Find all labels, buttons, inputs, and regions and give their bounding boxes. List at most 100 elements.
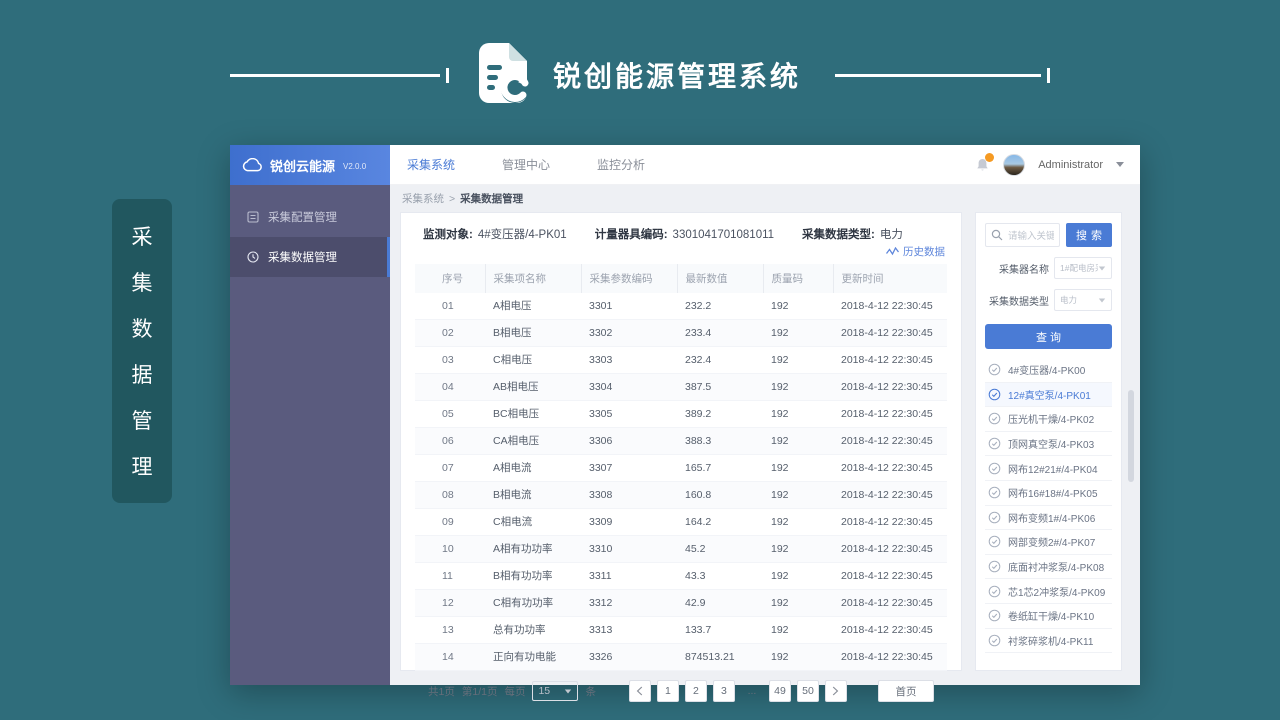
filter-select-value: 1#配电房采集器 [1060,262,1098,274]
table-cell: 2018-4-12 22:30:45 [833,293,947,320]
side-tag-char: 集 [132,267,153,297]
check-circle-icon [988,412,1001,425]
header-tick-right [1047,68,1050,83]
table-cell: 2018-4-12 22:30:45 [833,509,947,536]
table-cell: 192 [763,320,833,347]
sidebar-item-config[interactable]: 采集配置管理 [230,197,390,237]
table-cell: 2018-4-12 22:30:45 [833,563,947,590]
notification-bell-icon[interactable] [975,157,990,173]
table-header-row: 序号采集项名称采集参数编码最新数值质量码更新时间 [415,264,947,293]
device-name: 网布16#18#/4-PK05 [1008,485,1098,500]
clock-icon [247,251,259,263]
search-input[interactable]: 请输入关键字 [985,223,1060,247]
document-logo-icon [475,43,531,108]
app-logo: 锐创云能源 V2.0.0 [230,145,390,185]
table-cell: 3326 [581,644,677,671]
search-icon [991,229,1003,241]
page-button-50[interactable]: 50 [797,680,819,702]
info-label: 监测对象: [423,229,473,241]
table-column-header: 最新数值 [677,264,763,293]
next-page-button[interactable] [825,680,847,702]
device-name: 底面衬冲浆泵/4-PK08 [1008,559,1104,574]
check-circle-icon [988,585,1001,598]
device-item[interactable]: 12#真空泵/4-PK01 [985,383,1112,408]
per-page-select[interactable]: 15 [532,681,578,701]
app-sidebar: 锐创云能源 V2.0.0 采集配置管理采集数据管理 [230,145,390,685]
device-item[interactable]: 芯1芯2冲浆泵/4-PK09 [985,579,1112,604]
per-page-unit: 条 [585,684,596,699]
nav-item-2[interactable]: 监控分析 [597,156,645,173]
user-menu-chevron-down-icon[interactable] [1116,162,1124,167]
nav-item-1[interactable]: 管理中心 [502,156,550,173]
user-avatar[interactable] [1003,154,1025,176]
table-cell: 2018-4-12 22:30:45 [833,401,947,428]
filter-chevron-down-icon [1099,266,1105,270]
table-cell: 389.2 [677,401,763,428]
page-button-2[interactable]: 2 [685,680,707,702]
table-cell: AB相电压 [485,374,581,401]
table-cell: 43.3 [677,563,763,590]
device-item[interactable]: 底面衬冲浆泵/4-PK08 [985,555,1112,580]
per-page-label: 每页 [504,684,525,699]
filter-label: 采集数据类型 [985,293,1049,308]
device-item[interactable]: 顶网真空泵/4-PK03 [985,432,1112,457]
breadcrumb-separator: > [449,193,455,205]
page-button-3[interactable]: 3 [713,680,735,702]
content-area: 监测对象:4#变压器/4-PK01计量器具编码:3301041701081011… [390,212,1140,685]
page-number-buttons: 123... 49 50 [657,680,819,702]
device-item[interactable]: 网部变频2#/4-PK07 [985,530,1112,555]
history-data-link-label: 历史数据 [903,244,945,259]
breadcrumb-link[interactable]: 采集系统 [402,191,444,206]
prev-page-button[interactable] [629,680,651,702]
topbar-right: Administrator [975,154,1124,176]
filter-chevron-down-icon [1099,298,1105,302]
device-list: 4#变压器/4-PK00 12#真空泵/4-PK01 压光机干燥/4-PK02 顶网真… [985,358,1112,670]
device-item[interactable]: 卷纸缸干燥/4-PK10 [985,604,1112,629]
table-cell: C相有功功率 [485,590,581,617]
device-name: 顶网真空泵/4-PK03 [1008,436,1094,451]
search-button[interactable]: 搜索 [1066,223,1112,247]
filters: 采集器名称1#配电房采集器采集数据类型电力 [985,247,1112,311]
side-tag-label: 采集数据管理 [112,199,172,503]
sidebar-item-data[interactable]: 采集数据管理 [230,237,390,277]
table-cell: 3302 [581,320,677,347]
nav-item-0[interactable]: 采集系统 [407,156,455,173]
sidebar-item-label: 采集配置管理 [268,209,337,225]
device-name: 12#真空泵/4-PK01 [1008,387,1091,402]
table-cell: 192 [763,590,833,617]
sidebar-item-label: 采集数据管理 [268,249,337,265]
first-page-button[interactable]: 首页 [878,680,934,702]
query-button[interactable]: 查询 [985,324,1112,349]
page-button-49[interactable]: 49 [769,680,791,702]
device-item[interactable]: 网布变频1#/4-PK06 [985,506,1112,531]
table-row: 10A相有功功率331045.21922018-4-12 22:30:45 [415,536,947,563]
notification-badge [985,153,994,162]
table-cell: 388.3 [677,428,763,455]
device-item[interactable]: 网布16#18#/4-PK05 [985,481,1112,506]
device-item[interactable]: 衬浆碎浆机/4-PK11 [985,629,1112,654]
vertical-scrollbar-thumb[interactable] [1128,390,1134,482]
device-item[interactable]: 压光机干燥/4-PK02 [985,407,1112,432]
username[interactable]: Administrator [1038,159,1103,171]
filter-select-0[interactable]: 1#配电房采集器 [1054,257,1112,279]
table-cell: 165.7 [677,455,763,482]
table-cell: B相电流 [485,482,581,509]
page-ellipsis: ... [741,680,763,702]
history-data-link[interactable]: 历史数据 [886,244,945,259]
table-cell: 3303 [581,347,677,374]
table-cell: C相电流 [485,509,581,536]
table-cell: 2018-4-12 22:30:45 [833,482,947,509]
table-cell: 2018-4-12 22:30:45 [833,590,947,617]
table-cell: 192 [763,455,833,482]
page-button-1[interactable]: 1 [657,680,679,702]
info-field-2: 采集数据类型:电力 [802,226,903,242]
table-cell: C相电压 [485,347,581,374]
device-item[interactable]: 4#变压器/4-PK00 [985,358,1112,383]
cloud-icon [242,158,263,172]
table-cell: 3306 [581,428,677,455]
device-name: 压光机干燥/4-PK02 [1008,411,1094,426]
device-item[interactable]: 网布12#21#/4-PK04 [985,456,1112,481]
filter-select-1[interactable]: 电力 [1054,289,1112,311]
info-value: 电力 [880,229,903,241]
history-row: 历史数据 [401,243,961,264]
